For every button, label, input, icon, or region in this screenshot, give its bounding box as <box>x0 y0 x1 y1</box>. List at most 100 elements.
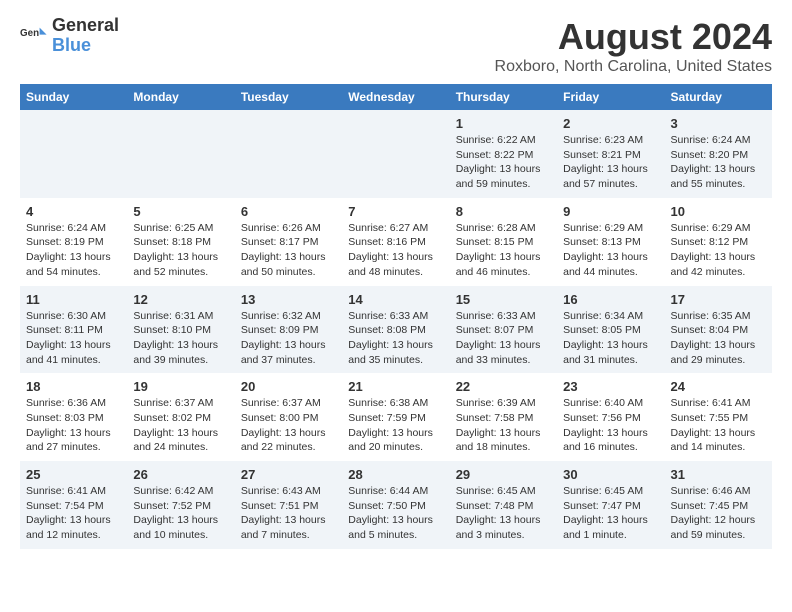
calendar-week-row: 1Sunrise: 6:22 AM Sunset: 8:22 PM Daylig… <box>20 110 772 198</box>
day-number: 30 <box>563 467 658 482</box>
calendar-cell: 13 Sunrise: 6:32 AM Sunset: 8:09 PM Dayli… <box>235 286 342 374</box>
calendar-cell <box>20 110 127 198</box>
day-info: Sunrise: 6:35 AM Sunset: 8:04 PM Dayligh… <box>671 309 766 368</box>
day-number: 3 <box>671 116 766 131</box>
calendar-cell: 30 Sunrise: 6:45 AM Sunset: 7:47 PM Dayli… <box>557 461 664 549</box>
calendar-cell: 9 Sunrise: 6:29 AM Sunset: 8:13 PM Daylig… <box>557 198 664 286</box>
calendar-cell: 11Sunrise: 6:30 AM Sunset: 8:11 PM Dayli… <box>20 286 127 374</box>
calendar-cell: 25 Sunrise: 6:41 AM Sunset: 7:54 PM Dayli… <box>20 461 127 549</box>
calendar-cell: 23 Sunrise: 6:40 AM Sunset: 7:56 PM Dayli… <box>557 373 664 461</box>
day-info: Sunrise: 6:46 AM Sunset: 7:45 PM Dayligh… <box>671 484 766 543</box>
weekday-header: Sunday <box>20 84 127 110</box>
calendar-cell: 31 Sunrise: 6:46 AM Sunset: 7:45 PM Dayli… <box>665 461 772 549</box>
day-info: Sunrise: 6:43 AM Sunset: 7:51 PM Dayligh… <box>241 484 336 543</box>
day-number: 6 <box>241 204 336 219</box>
day-number: 24 <box>671 379 766 394</box>
day-info: Sunrise: 6:29 AM Sunset: 8:12 PM Dayligh… <box>671 221 766 280</box>
day-number: 25 <box>26 467 121 482</box>
calendar-cell: 4 Sunrise: 6:24 AM Sunset: 8:19 PM Daylig… <box>20 198 127 286</box>
calendar-cell: 8 Sunrise: 6:28 AM Sunset: 8:15 PM Daylig… <box>450 198 557 286</box>
day-info: Sunrise: 6:45 AM Sunset: 7:47 PM Dayligh… <box>563 484 658 543</box>
calendar-cell: 21 Sunrise: 6:38 AM Sunset: 7:59 PM Dayli… <box>342 373 449 461</box>
day-number: 16 <box>563 292 658 307</box>
day-info: Sunrise: 6:29 AM Sunset: 8:13 PM Dayligh… <box>563 221 658 280</box>
calendar-cell: 14Sunrise: 6:33 AM Sunset: 8:08 PM Dayli… <box>342 286 449 374</box>
logo: Gen General Blue <box>20 16 119 56</box>
calendar-week-row: 11Sunrise: 6:30 AM Sunset: 8:11 PM Dayli… <box>20 286 772 374</box>
day-number: 8 <box>456 204 551 219</box>
day-number: 14 <box>348 292 443 307</box>
day-info: Sunrise: 6:36 AM Sunset: 8:03 PM Dayligh… <box>26 396 121 455</box>
calendar-cell: 26Sunrise: 6:42 AM Sunset: 7:52 PM Dayli… <box>127 461 234 549</box>
weekday-header: Monday <box>127 84 234 110</box>
day-info: Sunrise: 6:39 AM Sunset: 7:58 PM Dayligh… <box>456 396 551 455</box>
weekday-header: Wednesday <box>342 84 449 110</box>
day-info: Sunrise: 6:38 AM Sunset: 7:59 PM Dayligh… <box>348 396 443 455</box>
calendar-cell: 15Sunrise: 6:33 AM Sunset: 8:07 PM Dayli… <box>450 286 557 374</box>
day-info: Sunrise: 6:28 AM Sunset: 8:15 PM Dayligh… <box>456 221 551 280</box>
calendar-cell <box>235 110 342 198</box>
calendar-cell: 27Sunrise: 6:43 AM Sunset: 7:51 PM Dayli… <box>235 461 342 549</box>
day-info: Sunrise: 6:41 AM Sunset: 7:54 PM Dayligh… <box>26 484 121 543</box>
day-info: Sunrise: 6:32 AM Sunset: 8:09 PM Dayligh… <box>241 309 336 368</box>
day-info: Sunrise: 6:22 AM Sunset: 8:22 PM Dayligh… <box>456 133 551 192</box>
calendar-cell: 3 Sunrise: 6:24 AM Sunset: 8:20 PM Daylig… <box>665 110 772 198</box>
day-number: 21 <box>348 379 443 394</box>
day-number: 7 <box>348 204 443 219</box>
day-number: 12 <box>133 292 228 307</box>
calendar-cell: 12 Sunrise: 6:31 AM Sunset: 8:10 PM Dayli… <box>127 286 234 374</box>
day-number: 13 <box>241 292 336 307</box>
day-number: 4 <box>26 204 121 219</box>
day-number: 5 <box>133 204 228 219</box>
day-number: 28 <box>348 467 443 482</box>
calendar-cell: 19Sunrise: 6:37 AM Sunset: 8:02 PM Dayli… <box>127 373 234 461</box>
day-info: Sunrise: 6:24 AM Sunset: 8:20 PM Dayligh… <box>671 133 766 192</box>
calendar-cell: 17 Sunrise: 6:35 AM Sunset: 8:04 PM Dayli… <box>665 286 772 374</box>
day-info: Sunrise: 6:44 AM Sunset: 7:50 PM Dayligh… <box>348 484 443 543</box>
calendar-week-row: 18 Sunrise: 6:36 AM Sunset: 8:03 PM Dayli… <box>20 373 772 461</box>
day-info: Sunrise: 6:24 AM Sunset: 8:19 PM Dayligh… <box>26 221 121 280</box>
calendar-cell: 10 Sunrise: 6:29 AM Sunset: 8:12 PM Dayli… <box>665 198 772 286</box>
day-info: Sunrise: 6:25 AM Sunset: 8:18 PM Dayligh… <box>133 221 228 280</box>
svg-text:Gen: Gen <box>20 28 39 39</box>
day-info: Sunrise: 6:23 AM Sunset: 8:21 PM Dayligh… <box>563 133 658 192</box>
day-info: Sunrise: 6:33 AM Sunset: 8:07 PM Dayligh… <box>456 309 551 368</box>
day-number: 20 <box>241 379 336 394</box>
calendar-cell: 20 Sunrise: 6:37 AM Sunset: 8:00 PM Dayli… <box>235 373 342 461</box>
calendar-cell: 5 Sunrise: 6:25 AM Sunset: 8:18 PM Daylig… <box>127 198 234 286</box>
day-info: Sunrise: 6:41 AM Sunset: 7:55 PM Dayligh… <box>671 396 766 455</box>
day-info: Sunrise: 6:27 AM Sunset: 8:16 PM Dayligh… <box>348 221 443 280</box>
calendar-cell: 22 Sunrise: 6:39 AM Sunset: 7:58 PM Dayli… <box>450 373 557 461</box>
calendar-cell: 29Sunrise: 6:45 AM Sunset: 7:48 PM Dayli… <box>450 461 557 549</box>
main-title: August 2024 <box>495 16 772 58</box>
day-number: 17 <box>671 292 766 307</box>
day-info: Sunrise: 6:37 AM Sunset: 8:00 PM Dayligh… <box>241 396 336 455</box>
day-info: Sunrise: 6:34 AM Sunset: 8:05 PM Dayligh… <box>563 309 658 368</box>
day-number: 22 <box>456 379 551 394</box>
calendar-cell: 6Sunrise: 6:26 AM Sunset: 8:17 PM Daylig… <box>235 198 342 286</box>
day-number: 23 <box>563 379 658 394</box>
day-number: 31 <box>671 467 766 482</box>
logo-text: General Blue <box>52 16 119 56</box>
calendar-week-row: 4 Sunrise: 6:24 AM Sunset: 8:19 PM Daylig… <box>20 198 772 286</box>
weekday-header: Thursday <box>450 84 557 110</box>
weekday-header: Friday <box>557 84 664 110</box>
weekday-header: Saturday <box>665 84 772 110</box>
day-number: 29 <box>456 467 551 482</box>
calendar-header: SundayMondayTuesdayWednesdayThursdayFrid… <box>20 84 772 110</box>
title-area: August 2024 Roxboro, North Carolina, Uni… <box>495 16 772 76</box>
calendar-cell: 28 Sunrise: 6:44 AM Sunset: 7:50 PM Dayli… <box>342 461 449 549</box>
day-info: Sunrise: 6:40 AM Sunset: 7:56 PM Dayligh… <box>563 396 658 455</box>
calendar-cell: 1Sunrise: 6:22 AM Sunset: 8:22 PM Daylig… <box>450 110 557 198</box>
logo-icon: Gen <box>20 22 48 50</box>
calendar-cell: 16 Sunrise: 6:34 AM Sunset: 8:05 PM Dayli… <box>557 286 664 374</box>
calendar-week-row: 25 Sunrise: 6:41 AM Sunset: 7:54 PM Dayli… <box>20 461 772 549</box>
day-number: 26 <box>133 467 228 482</box>
day-number: 10 <box>671 204 766 219</box>
header: Gen General Blue August 2024 Roxboro, No… <box>20 16 772 76</box>
day-number: 2 <box>563 116 658 131</box>
day-number: 9 <box>563 204 658 219</box>
day-info: Sunrise: 6:31 AM Sunset: 8:10 PM Dayligh… <box>133 309 228 368</box>
calendar-cell <box>342 110 449 198</box>
day-number: 18 <box>26 379 121 394</box>
